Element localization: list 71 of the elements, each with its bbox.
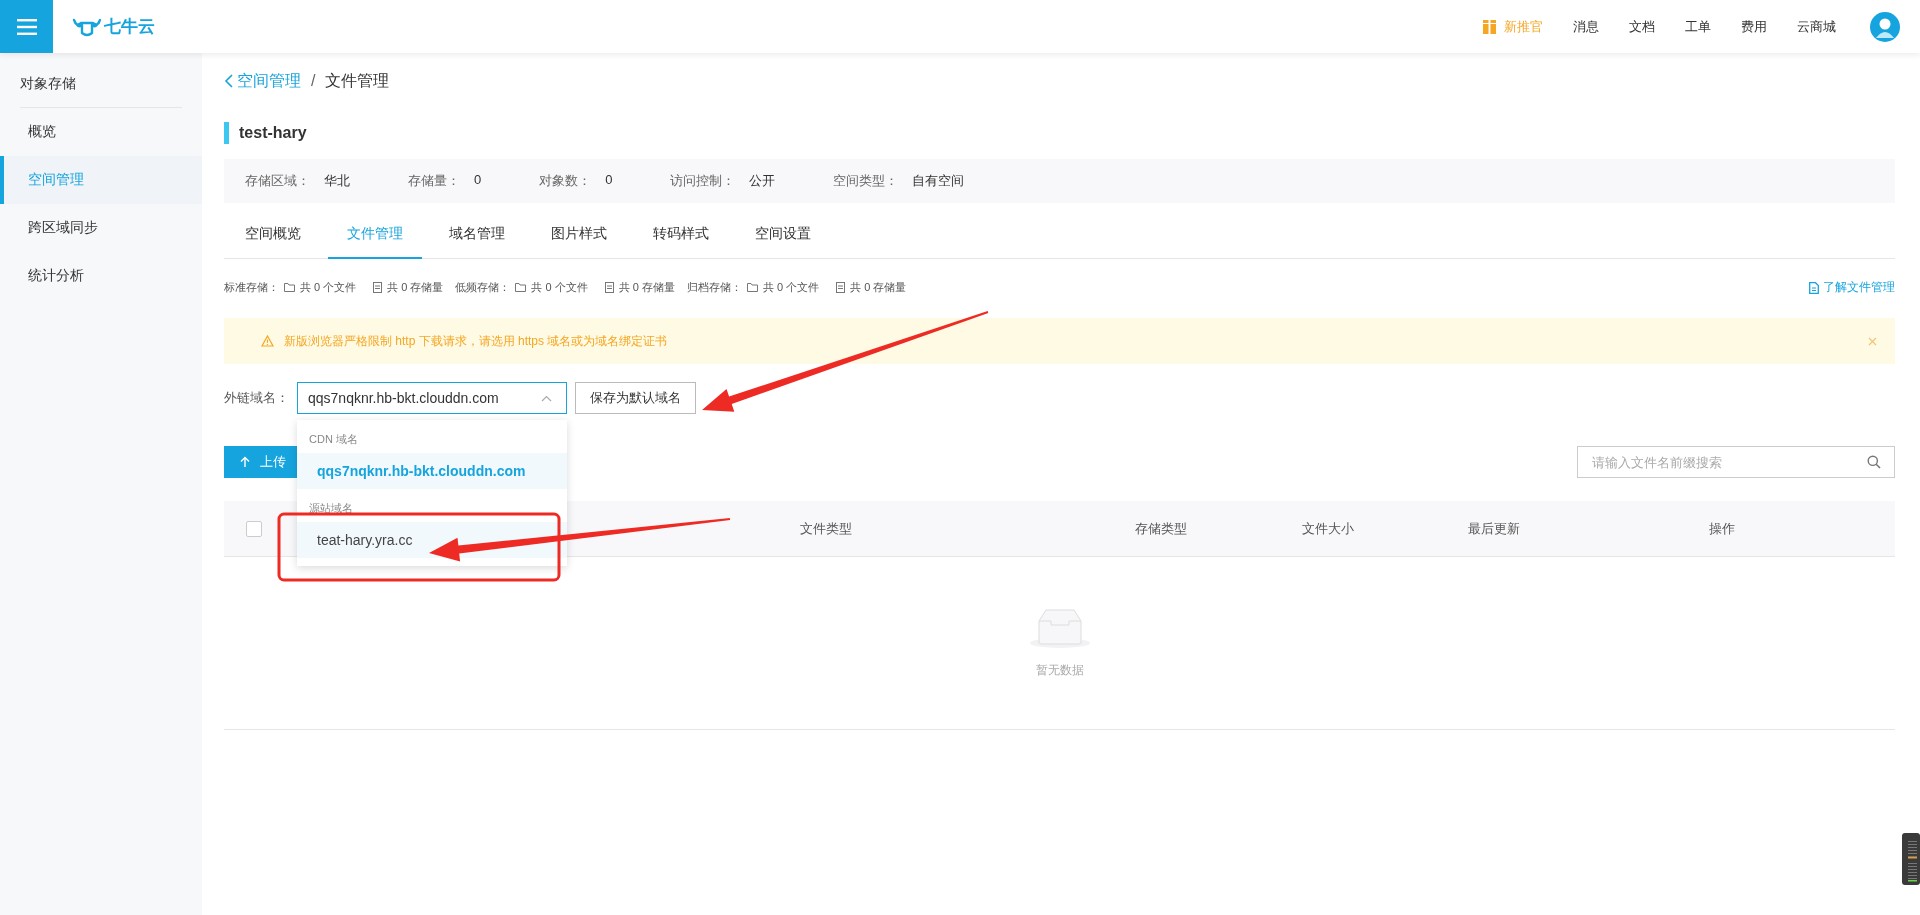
file-count: 共 0 个文件	[531, 280, 588, 295]
info-value: 自有空间	[912, 172, 965, 190]
column-header: 最后更新	[1468, 519, 1520, 538]
dropdown-group-title: 源站域名	[308, 501, 354, 516]
file-count: 共 0 个文件	[762, 280, 820, 295]
info-label: 访问控制：	[670, 172, 736, 190]
search-field[interactable]: 请输入文件名前缀搜索	[1577, 446, 1895, 478]
sidebar-title: 对象存储	[20, 53, 182, 108]
storage-size: 共 0 存储量	[618, 280, 675, 295]
chevron-left-icon	[224, 74, 233, 88]
storage-class-label: 标准存储：	[224, 280, 279, 295]
warning-icon	[261, 335, 274, 347]
folder-icon	[746, 283, 758, 292]
title-accent-bar	[224, 122, 229, 144]
nav-link[interactable]: 消息	[1573, 17, 1599, 36]
menu-icon	[16, 18, 37, 35]
save-default-button[interactable]: 保存为默认域名	[575, 382, 696, 414]
info-label: 对象数：	[539, 172, 592, 190]
folder-icon	[284, 283, 295, 292]
breadcrumb-current: 文件管理	[325, 70, 390, 91]
level-meter-drawing	[1902, 833, 1920, 885]
nav-link[interactable]: 文档	[1629, 17, 1655, 36]
folder-icon	[515, 283, 527, 292]
gift-icon	[1483, 19, 1496, 34]
close-icon[interactable]	[1868, 336, 1877, 346]
dropdown-group-title: CDN 域名	[308, 432, 359, 447]
nav-link[interactable]: 云商城	[1797, 17, 1836, 36]
info-label: 存储量：	[408, 172, 460, 190]
arrow-up-icon	[240, 456, 250, 468]
domain-select[interactable]: qqs7nqknr.hb-bkt.clouddn.com	[297, 382, 567, 414]
document-icon	[1809, 281, 1819, 294]
info-value: 华北	[324, 172, 350, 190]
select-all-checkbox[interactable]	[246, 520, 262, 537]
tab[interactable]: 空间概览	[226, 211, 320, 259]
column-header: 文件类型	[800, 519, 852, 538]
tab[interactable]: 转码样式	[634, 211, 728, 259]
nav-link[interactable]: 工单	[1685, 17, 1711, 36]
domain-label: 外链域名：	[224, 389, 289, 407]
document-icon	[373, 282, 383, 293]
info-value: 公开	[749, 172, 776, 190]
column-header: 存储类型	[1135, 519, 1187, 538]
tab[interactable]: 空间设置	[736, 211, 830, 259]
info-value: 0	[605, 172, 613, 189]
sidebar-item[interactable]: 概览	[0, 108, 202, 156]
info-label: 空间类型：	[833, 172, 899, 190]
tab[interactable]: 图片样式	[532, 211, 626, 259]
caret-icon	[541, 394, 552, 402]
file-count: 共 0 个文件	[300, 280, 357, 295]
empty-text: 暂无数据	[1035, 661, 1084, 679]
tab[interactable]: 域名管理	[430, 211, 524, 259]
search-icon	[1867, 455, 1881, 469]
menu-button[interactable]	[0, 0, 53, 53]
nav-link[interactable]: 费用	[1741, 17, 1767, 36]
avatar-icon[interactable]	[1870, 11, 1900, 42]
empty-tray-icon	[1028, 607, 1091, 650]
sidebar-item[interactable]: 跨区域同步	[0, 204, 202, 252]
column-header: 文件大小	[1302, 519, 1354, 538]
storage-size: 共 0 存储量	[387, 280, 444, 295]
bucket-title: test-hary	[239, 124, 307, 142]
alert-text: 新版浏览器严格限制 http 下载请求，请选用 https 域名或为域名绑定证书	[284, 332, 668, 350]
storage-class-label: 归档存储：	[686, 280, 742, 295]
bull-head-icon	[72, 16, 102, 37]
storage-size: 共 0 存储量	[850, 280, 907, 295]
storage-class-label: 低频存储：	[455, 280, 511, 295]
breadcrumb-separator: /	[311, 72, 316, 90]
sidebar-item[interactable]: 统计分析	[0, 252, 202, 300]
info-label: 存储区域：	[245, 172, 310, 190]
info-value: 0	[474, 172, 482, 189]
document-icon	[604, 282, 614, 293]
column-header: 操作	[1709, 519, 1735, 538]
document-icon	[836, 282, 846, 293]
